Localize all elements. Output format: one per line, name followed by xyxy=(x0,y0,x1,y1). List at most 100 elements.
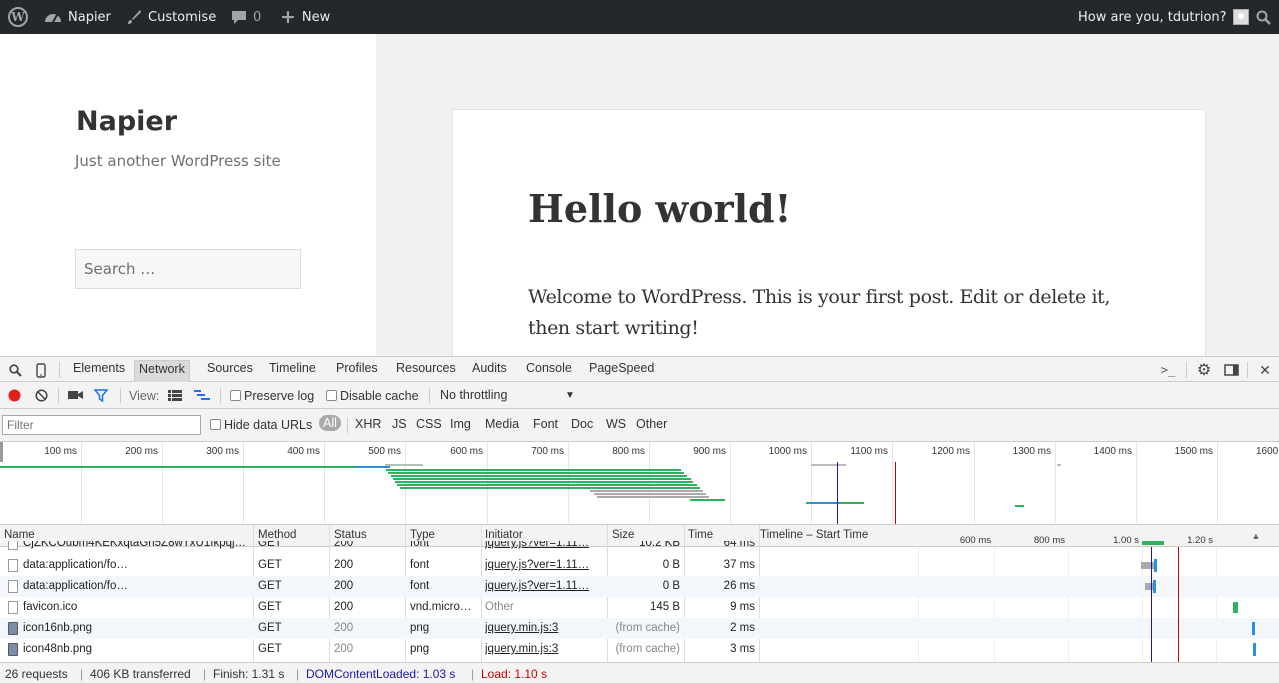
overview-tick: 900 ms xyxy=(693,446,726,457)
divider xyxy=(220,388,221,403)
request-size: 0 B xyxy=(662,559,680,571)
request-initiator[interactable]: jquery.js?ver=1.11… xyxy=(485,580,603,592)
inspect-search-icon[interactable] xyxy=(7,362,23,378)
filter-type-doc[interactable]: Doc xyxy=(571,417,593,431)
request-bar xyxy=(810,502,840,504)
table-row[interactable]: favicon.ico GET 200 vnd.micro… Other 145… xyxy=(0,597,1279,618)
column-header-time[interactable]: Time xyxy=(688,529,713,541)
hide-data-urls-checkbox[interactable]: Hide data URLs xyxy=(210,418,312,432)
request-name[interactable]: favicon.ico xyxy=(23,601,251,613)
comments-link[interactable]: 0 xyxy=(231,0,261,34)
record-icon[interactable] xyxy=(7,388,21,402)
tab-resources[interactable]: Resources xyxy=(392,361,460,383)
post-title[interactable]: Hello world! xyxy=(528,186,791,231)
throttling-value: No throttling xyxy=(440,388,508,402)
clear-icon[interactable] xyxy=(34,388,48,402)
request-initiator[interactable]: jquery.js?ver=1.11… xyxy=(485,541,603,549)
new-label: New xyxy=(301,9,331,25)
disable-cache-checkbox[interactable]: Disable cache xyxy=(326,389,419,403)
filter-type-media[interactable]: Media xyxy=(485,417,519,431)
customise-link[interactable]: Customise xyxy=(126,0,216,34)
column-header-type[interactable]: Type xyxy=(410,529,435,541)
overview-tick: 1100 ms xyxy=(850,446,888,457)
request-bar xyxy=(590,490,703,492)
network-overview[interactable]: 100 ms 200 ms 300 ms 400 ms 500 ms 600 m… xyxy=(0,442,1279,525)
request-name[interactable]: CjZKCOubm4KEKxqtaGh5Z8wTxU1fkpqj… xyxy=(23,541,251,549)
admin-search-button[interactable] xyxy=(1256,0,1271,34)
filter-type-all[interactable]: All xyxy=(319,415,341,431)
filter-bar: Hide data URLs All XHR JS CSS Img Media … xyxy=(0,409,1279,442)
wp-logo-menu[interactable]: W xyxy=(8,0,28,34)
filter-type-img[interactable]: Img xyxy=(450,417,471,431)
column-header-method[interactable]: Method xyxy=(258,529,296,541)
tab-audits[interactable]: Audits xyxy=(468,361,511,383)
timeline-bar xyxy=(1252,622,1255,635)
request-count: 26 requests xyxy=(5,667,68,681)
search-icon xyxy=(1256,10,1271,25)
request-name[interactable]: icon16nb.png xyxy=(23,622,251,634)
request-initiator[interactable]: jquery.min.js:3 xyxy=(485,622,603,634)
capture-screenshots-icon[interactable] xyxy=(67,388,83,402)
tab-sources[interactable]: Sources xyxy=(203,361,257,383)
table-row[interactable]: icon16nb.png GET 200 png jquery.min.js:3… xyxy=(0,618,1279,639)
tab-elements[interactable]: Elements xyxy=(69,361,129,383)
device-mode-icon[interactable] xyxy=(33,362,49,378)
column-header-size[interactable]: Size xyxy=(612,529,634,541)
new-content-menu[interactable]: + New xyxy=(280,0,330,34)
column-header-timeline[interactable]: Timeline – Start Time xyxy=(760,529,868,541)
preserve-log-checkbox[interactable]: Preserve log xyxy=(230,389,314,403)
filter-type-js[interactable]: JS xyxy=(392,417,407,431)
divider xyxy=(1186,362,1187,378)
dock-side-icon[interactable] xyxy=(1222,361,1240,379)
checkbox-box[interactable] xyxy=(210,419,221,430)
filter-input[interactable] xyxy=(2,415,201,435)
paintbrush-icon xyxy=(126,9,142,25)
console-drawer-icon[interactable]: >_ xyxy=(1158,361,1178,379)
tab-pagespeed[interactable]: PageSpeed xyxy=(585,361,658,383)
chevron-down-icon[interactable]: ▼ xyxy=(564,389,576,401)
site-name-menu[interactable]: Napier xyxy=(44,0,111,34)
table-row[interactable]: icon48nb.png GET 200 png jquery.min.js:3… xyxy=(0,639,1279,660)
divider xyxy=(120,388,121,403)
greeting-text: How are you, tdutrion? xyxy=(1078,9,1227,25)
column-header-initiator[interactable]: Initiator xyxy=(485,529,523,541)
table-row[interactable]: CjZKCOubm4KEKxqtaGh5Z8wTxU1fkpqj… GET 20… xyxy=(0,541,1279,552)
tab-network[interactable]: Network xyxy=(134,360,190,382)
checkbox-box[interactable] xyxy=(230,390,241,401)
column-header-name[interactable]: Name xyxy=(4,529,35,541)
request-bar xyxy=(811,464,846,466)
filter-type-other[interactable]: Other xyxy=(636,417,667,431)
request-initiator[interactable]: jquery.js?ver=1.11… xyxy=(485,559,603,571)
filter-type-css[interactable]: CSS xyxy=(416,417,442,431)
tab-console[interactable]: Console xyxy=(522,361,576,383)
grid-line xyxy=(1217,442,1218,524)
my-account-menu[interactable]: How are you, tdutrion? xyxy=(1078,0,1249,34)
request-name[interactable]: data:application/fo… xyxy=(23,559,251,571)
request-name[interactable]: data:application/fo… xyxy=(23,580,251,592)
filter-type-ws[interactable]: WS xyxy=(606,417,626,431)
search-input[interactable]: Search … xyxy=(75,249,301,289)
large-rows-icon[interactable] xyxy=(167,388,183,402)
table-row[interactable]: data:application/fo… GET 200 font jquery… xyxy=(0,576,1279,597)
overview-handle-left[interactable] xyxy=(0,442,3,462)
summary-separator: | xyxy=(296,667,300,681)
tab-profiles[interactable]: Profiles xyxy=(332,361,382,383)
overview-waterfall-icon[interactable] xyxy=(193,388,211,402)
column-header-status[interactable]: Status xyxy=(334,529,367,541)
filter-type-font[interactable]: Font xyxy=(533,417,558,431)
checkbox-box[interactable] xyxy=(326,390,337,401)
request-initiator[interactable]: jquery.min.js:3 xyxy=(485,643,603,655)
post-article: Hello world! Welcome to WordPress. This … xyxy=(452,109,1206,356)
close-icon[interactable]: ✕ xyxy=(1256,361,1274,379)
request-bar xyxy=(1057,464,1061,466)
request-name[interactable]: icon48nb.png xyxy=(23,643,251,655)
settings-gear-icon[interactable]: ⚙ xyxy=(1195,361,1213,379)
filter-type-xhr[interactable]: XHR xyxy=(355,417,381,431)
request-method: GET xyxy=(258,580,282,592)
filter-funnel-icon[interactable] xyxy=(93,387,109,403)
table-row[interactable]: data:application/fo… GET 200 font jquery… xyxy=(0,555,1279,576)
throttling-select[interactable]: No throttling xyxy=(440,388,507,402)
request-type: vnd.micro… xyxy=(410,601,472,613)
tab-timeline[interactable]: Timeline xyxy=(265,361,320,383)
site-title[interactable]: Napier xyxy=(76,106,177,137)
